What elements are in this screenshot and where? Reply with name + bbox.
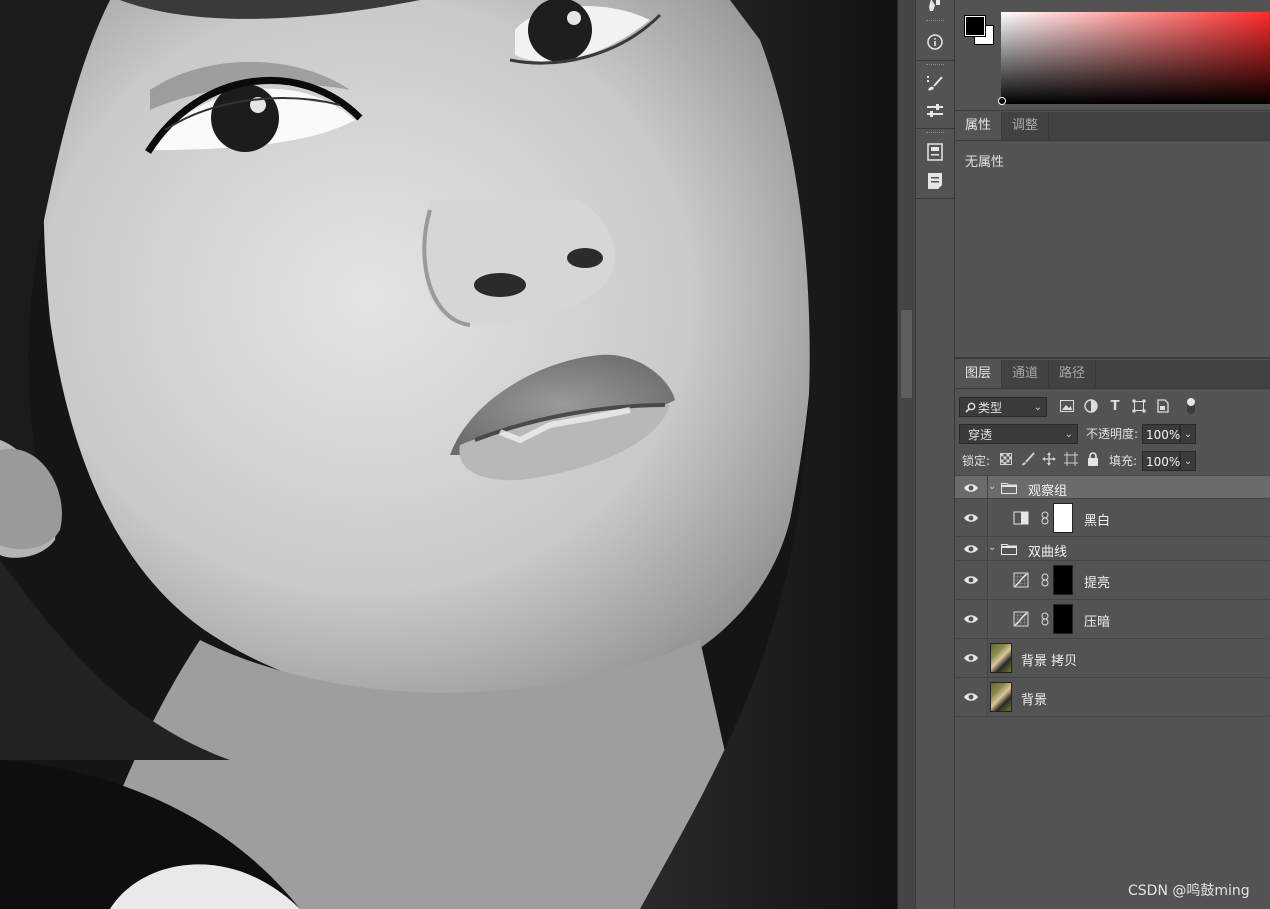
layer-mask-thumbnail[interactable] [1053, 565, 1073, 595]
layer-filter-row: 类型 ⌄ T [955, 394, 1270, 420]
lock-transparent-icon[interactable] [998, 451, 1014, 467]
chevron-down-icon[interactable]: ⌄ [988, 542, 998, 553]
chevron-down-icon: ⌄ [1064, 429, 1073, 440]
properties-sliders-icon[interactable] [923, 100, 947, 122]
layer-thumbnail[interactable] [990, 682, 1012, 712]
tab-paths[interactable]: 路径 [1049, 360, 1097, 388]
no-properties-text: 无属性 [965, 155, 1005, 170]
eye-icon[interactable] [963, 543, 979, 555]
lock-pixels-icon[interactable] [1020, 451, 1036, 467]
layer-row-background[interactable]: 背景 [955, 678, 1270, 717]
layer-row-brighten[interactable]: 提亮 [955, 561, 1270, 600]
lock-artboard-icon[interactable] [1063, 451, 1079, 467]
search-icon [965, 402, 976, 413]
libraries-icon[interactable] [923, 141, 947, 163]
opacity-label: 不透明度: [1086, 427, 1139, 441]
lock-fill-row: 锁定: 填充: 100% ⌄ [955, 448, 1270, 474]
folder-icon [1001, 483, 1017, 494]
panel-grip[interactable] [926, 64, 944, 68]
layer-row-group-observe[interactable]: ⌄ 观察组 [955, 475, 1270, 499]
blend-mode-dropdown[interactable]: 穿透 ⌄ [959, 424, 1078, 444]
color-saturation-field[interactable] [1001, 12, 1270, 104]
collapsed-panels-bar [915, 0, 955, 909]
portrait-image [0, 0, 897, 909]
layers-tab-bar: 图层 通道 路径 [955, 360, 1270, 389]
watermark-text: CSDN @鸣鼓ming [1128, 883, 1250, 899]
fill-label: 填充: [1109, 454, 1138, 468]
layer-name: 背景 拷贝 [1021, 654, 1078, 669]
fill-input[interactable]: 100% [1142, 451, 1180, 471]
eye-icon[interactable] [963, 574, 979, 586]
filter-kind-dropdown[interactable]: 类型 ⌄ [959, 397, 1047, 417]
layers-list: ⌄ 观察组 黑白 ⌄ 双曲线 提亮 压暗 背景 拷贝 背景 [955, 475, 1270, 717]
curves-adjustment-icon [1013, 611, 1029, 627]
link-chain-icon[interactable] [1041, 511, 1049, 525]
lock-label: 锁定: [962, 454, 991, 468]
brush-settings-icon[interactable] [923, 72, 947, 94]
canvas-scrollbar[interactable] [897, 0, 916, 909]
tab-properties[interactable]: 属性 [955, 112, 1003, 140]
layer-mask-thumbnail[interactable] [1053, 604, 1073, 634]
layer-row-background-copy[interactable]: 背景 拷贝 [955, 639, 1270, 678]
black-white-adjustment-icon [1013, 511, 1029, 525]
smart-object-filter-icon[interactable] [1155, 398, 1171, 414]
lock-position-icon[interactable] [1041, 451, 1057, 467]
eye-icon[interactable] [963, 613, 979, 625]
curves-adjustment-icon [1013, 572, 1029, 588]
eye-icon[interactable] [963, 691, 979, 703]
filter-kind-value: 类型 [978, 401, 1003, 415]
properties-body: 无属性 [955, 141, 1270, 359]
link-chain-icon[interactable] [1041, 612, 1049, 626]
adjustment-filter-icon[interactable] [1083, 398, 1099, 414]
opacity-chevron-icon[interactable]: ⌄ [1180, 424, 1196, 444]
chevron-down-icon[interactable]: ⌄ [988, 481, 998, 492]
opacity-input[interactable]: 100% [1142, 424, 1180, 444]
document-canvas[interactable] [0, 0, 897, 909]
layer-name: 双曲线 [1028, 545, 1068, 560]
blend-opacity-row: 穿透 ⌄ 不透明度: 100% ⌄ [955, 421, 1270, 447]
scrollbar-thumb[interactable] [901, 310, 912, 398]
folder-icon [1001, 544, 1017, 555]
tab-adjustments[interactable]: 调整 [1002, 112, 1050, 140]
layer-name: 提亮 [1084, 576, 1111, 591]
layer-row-black-white[interactable]: 黑白 [955, 499, 1270, 537]
eye-icon[interactable] [963, 512, 979, 524]
eye-icon[interactable] [963, 652, 979, 664]
lock-all-icon[interactable] [1085, 451, 1101, 467]
fill-chevron-icon[interactable]: ⌄ [1180, 451, 1196, 471]
tab-layers[interactable]: 图层 [955, 360, 1003, 388]
color-picker-cursor[interactable] [998, 97, 1006, 105]
foreground-color-swatch[interactable] [964, 15, 986, 37]
layer-name: 观察组 [1028, 484, 1068, 499]
info-icon[interactable] [923, 31, 947, 53]
type-filter-icon[interactable]: T [1107, 398, 1123, 414]
panel-grip[interactable] [926, 20, 944, 24]
link-chain-icon[interactable] [1041, 573, 1049, 587]
filter-toggle-icon[interactable] [1183, 398, 1199, 414]
layer-row-darken[interactable]: 压暗 [955, 600, 1270, 639]
chevron-down-icon: ⌄ [1033, 402, 1042, 413]
layer-row-group-double-curves[interactable]: ⌄ 双曲线 [955, 537, 1270, 561]
right-panel-dock: 属性 调整 无属性 图层 通道 路径 类型 ⌄ T 穿透 ⌄ 不透明度: 100… [955, 0, 1270, 909]
layer-name: 黑白 [1084, 514, 1111, 529]
blend-mode-value: 穿透 [968, 428, 993, 442]
layer-thumbnail[interactable] [990, 643, 1012, 673]
layer-name: 背景 [1021, 693, 1048, 708]
properties-tab-bar: 属性 调整 [955, 112, 1270, 141]
shape-filter-icon[interactable] [1131, 398, 1147, 414]
color-panel [955, 0, 1270, 111]
layer-mask-thumbnail[interactable] [1053, 503, 1073, 533]
image-filter-icon[interactable] [1059, 398, 1075, 414]
tab-channels[interactable]: 通道 [1002, 360, 1050, 388]
layer-name: 压暗 [1084, 615, 1111, 630]
history-brush-icon[interactable] [923, 0, 947, 16]
eye-icon[interactable] [963, 482, 979, 494]
notes-icon[interactable] [923, 170, 947, 192]
panel-grip[interactable] [926, 132, 944, 136]
